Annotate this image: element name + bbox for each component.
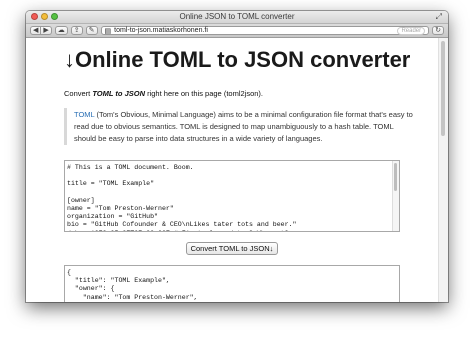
page-scrollbar[interactable] <box>438 38 448 302</box>
toml-link[interactable]: TOML <box>74 110 94 119</box>
minimize-window-button[interactable] <box>41 13 48 20</box>
json-output-content: { "title": "TOML Example", "owner": { "n… <box>67 269 198 302</box>
page-body: ↓Online TOML to JSON converter Convert T… <box>64 38 416 302</box>
forward-button[interactable]: ▶ <box>41 26 52 35</box>
back-button[interactable]: ◀ <box>30 26 42 35</box>
reader-button[interactable]: Reader <box>397 26 426 35</box>
tools-button[interactable]: ✎ <box>85 26 98 35</box>
intro-after: right here on this page (toml2json). <box>145 89 263 98</box>
intro-before: Convert <box>64 89 93 98</box>
address-bar[interactable]: ▤ toml-to-json.matiaskorhonen.fi Reader <box>100 26 430 35</box>
page-title: ↓Online TOML to JSON converter <box>64 47 411 72</box>
wrench-icon: ✎ <box>88 27 95 34</box>
intro-text: Convert TOML to JSON right here on this … <box>64 89 416 99</box>
toml-description-text: (Tom's Obvious, Minimal Language) aims t… <box>74 110 413 143</box>
page-scroll-thumb[interactable] <box>441 41 445 136</box>
intro-bold: TOML to JSON <box>92 89 146 98</box>
share-button[interactable]: ⇪ <box>70 26 83 35</box>
icloud-tabs-button[interactable]: ☁ <box>54 26 68 35</box>
reload-icon: ↻ <box>435 27 441 34</box>
back-arrow-icon: ◀ <box>33 27 39 34</box>
browser-window: Online JSON to TOML converter ⤢ ◀ ▶ ☁ ⇪ … <box>26 11 448 302</box>
toml-input-scrollbar[interactable] <box>392 161 399 231</box>
json-output-textarea[interactable]: { "title": "TOML Example", "owner": { "n… <box>64 265 400 302</box>
share-icon: ⇪ <box>73 27 80 34</box>
window-title: Online JSON to TOML converter <box>179 12 295 21</box>
toml-input-content: # This is a TOML document. Boom. title =… <box>67 164 297 231</box>
page-icon: ▤ <box>104 27 112 35</box>
title-bar: Online JSON to TOML converter ⤢ <box>26 11 448 24</box>
toml-description-quote: TOML (Tom's Obvious, Minimal Language) a… <box>64 108 416 145</box>
window-controls <box>31 13 58 20</box>
cloud-icon: ☁ <box>57 27 65 34</box>
navigation-buttons: ◀ ▶ <box>30 26 52 35</box>
fullscreen-icon[interactable]: ⤢ <box>436 11 442 23</box>
convert-button-row: Convert TOML to JSON↓ <box>64 238 400 256</box>
toml-input-textarea[interactable]: # This is a TOML document. Boom. title =… <box>64 160 400 232</box>
close-window-button[interactable] <box>31 13 38 20</box>
browser-toolbar: ◀ ▶ ☁ ⇪ ✎ ▤ toml-to-json.matiaskorhonen.… <box>26 24 448 38</box>
toml-input-scroll-thumb[interactable] <box>394 163 397 191</box>
forward-arrow-icon: ▶ <box>43 27 49 34</box>
zoom-window-button[interactable] <box>51 13 58 20</box>
address-url: toml-to-json.matiaskorhonen.fi <box>114 27 208 34</box>
convert-button[interactable]: Convert TOML to JSON↓ <box>185 242 279 255</box>
reload-button[interactable]: ↻ <box>432 26 444 35</box>
page-content: ↓Online TOML to JSON converter Convert T… <box>26 38 439 302</box>
